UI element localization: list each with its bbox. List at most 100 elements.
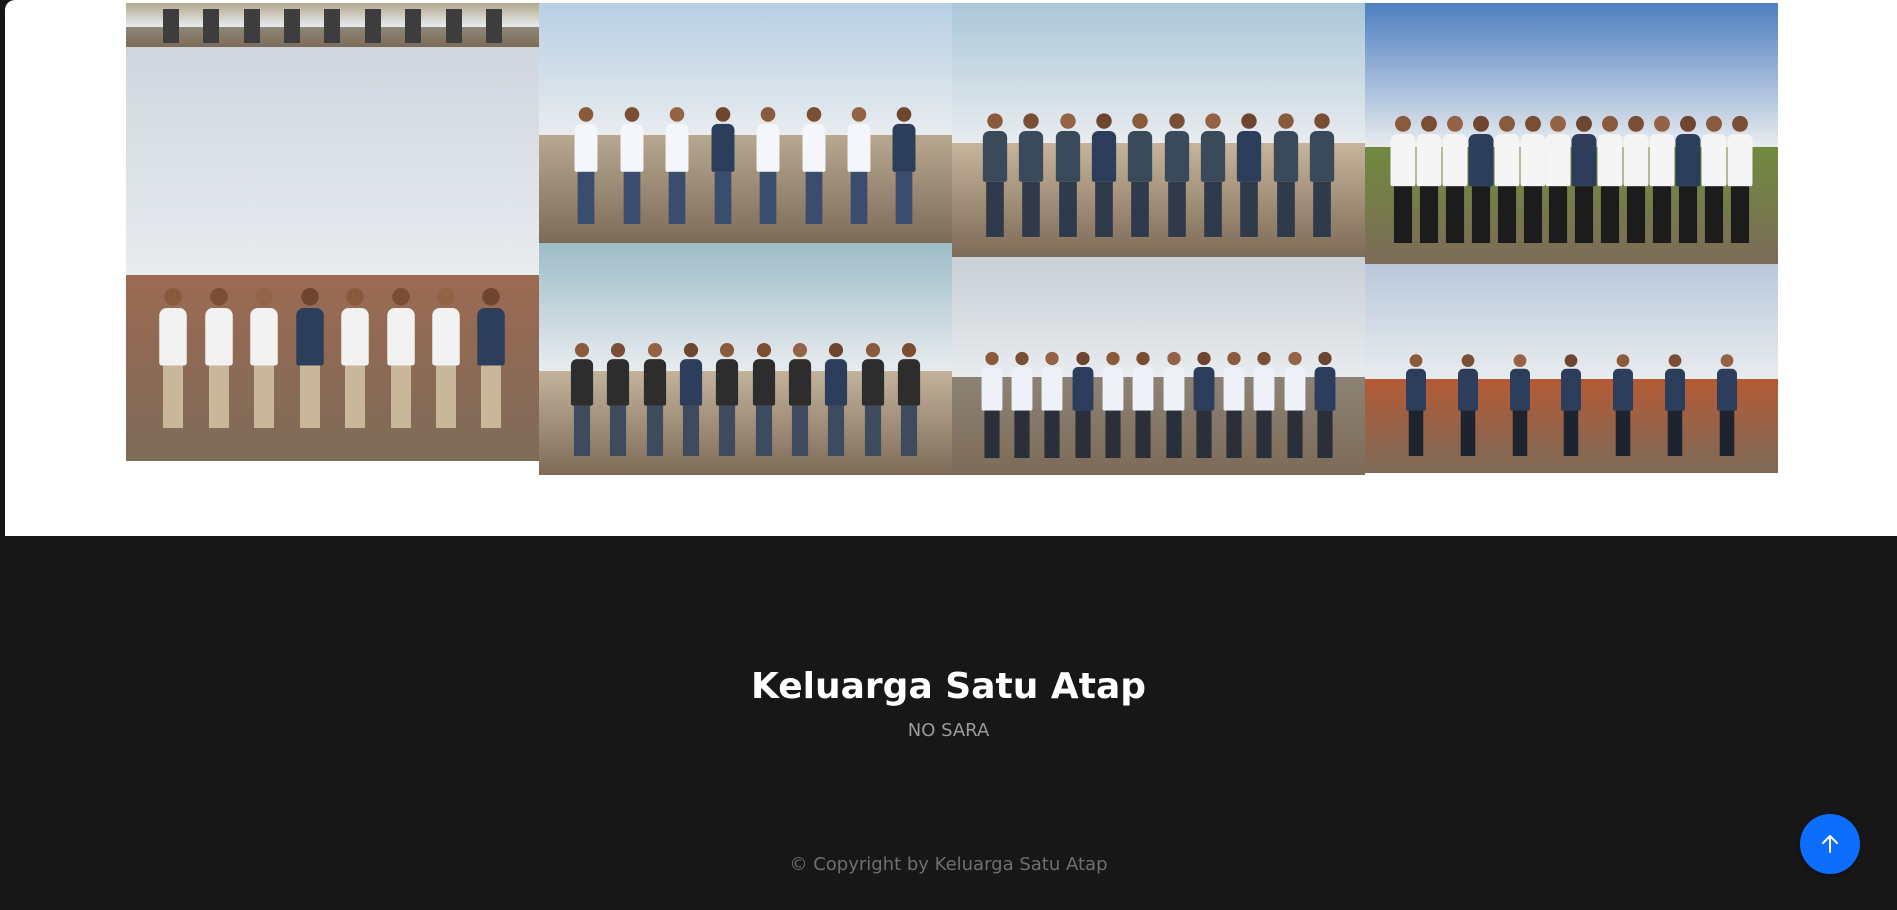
person-legs (162, 9, 179, 43)
person-legs (405, 9, 422, 43)
photo-sky (952, 3, 1365, 143)
person-figure (1237, 113, 1262, 237)
person-figure (802, 107, 826, 224)
gallery-photo-lakeside[interactable] (539, 3, 952, 243)
person-figure (1405, 354, 1426, 456)
person-figure (1011, 351, 1033, 458)
person-figure (1223, 351, 1245, 458)
person-figure (1520, 115, 1545, 243)
person-figure (1019, 113, 1044, 237)
photo-sky (126, 47, 539, 275)
gallery-photo-rooftop[interactable] (1365, 264, 1778, 473)
person-figure (861, 343, 884, 456)
person-legs (485, 9, 502, 43)
person-figure (620, 107, 644, 224)
person-figure (250, 288, 279, 428)
person-legs (284, 9, 301, 43)
person-figure (607, 343, 630, 456)
person-figure (1072, 351, 1094, 458)
person-figure (1416, 115, 1442, 243)
person-figure (1273, 113, 1298, 237)
person-figure (1727, 115, 1753, 243)
person-figure (1457, 354, 1478, 456)
gallery-photo-wall-steps[interactable] (126, 47, 539, 461)
person-figure (205, 288, 233, 428)
footer-title: Keluarga Satu Atap (750, 666, 1146, 707)
person-figure (847, 107, 871, 224)
person-figure (1091, 113, 1117, 237)
gallery-section (5, 0, 1897, 536)
person-legs (324, 9, 341, 43)
person-figure (1284, 351, 1306, 458)
photo-people (977, 346, 1340, 458)
person-figure (1597, 115, 1623, 243)
person-figure (1675, 115, 1701, 243)
person-legs (243, 9, 260, 43)
back-to-top-button[interactable] (1800, 814, 1860, 874)
photo-people (1390, 115, 1753, 243)
person-figure (1613, 354, 1634, 456)
person-figure (1665, 354, 1686, 456)
person-figure (1042, 351, 1063, 458)
person-figure (756, 107, 780, 224)
person-figure (1163, 351, 1185, 458)
person-figure (574, 107, 598, 224)
person-figure (1571, 115, 1597, 243)
gallery-photo-tree-group[interactable] (539, 243, 952, 475)
person-figure (711, 107, 735, 224)
gallery-photo-tree-large[interactable] (952, 3, 1365, 257)
person-figure (716, 343, 739, 456)
person-figure (1545, 115, 1571, 243)
photo-people (564, 107, 927, 224)
person-figure (1561, 354, 1582, 456)
person-figure (1649, 115, 1675, 243)
person-figure (1494, 115, 1520, 243)
person-figure (679, 343, 703, 456)
person-figure (1509, 354, 1530, 456)
person-figure (892, 107, 916, 224)
person-figure (1390, 115, 1416, 243)
person-figure (1442, 115, 1468, 243)
person-legs (203, 9, 220, 43)
person-figure (1132, 351, 1154, 458)
person-figure (1717, 354, 1738, 456)
person-figure (295, 288, 324, 428)
photo-people (151, 9, 514, 43)
person-figure (386, 288, 415, 428)
photo-people (564, 343, 927, 456)
footer-subtitle: NO SARA (907, 720, 990, 741)
photo-people (1390, 344, 1753, 456)
person-figure (570, 343, 594, 456)
person-figure (1254, 351, 1275, 458)
person-figure (1193, 351, 1215, 458)
person-figure (477, 288, 506, 428)
gallery-photo-plaza[interactable] (952, 257, 1365, 475)
person-figure (1102, 351, 1124, 458)
arrow-up-icon (1822, 835, 1838, 853)
person-figure (897, 343, 921, 456)
person-figure (159, 288, 188, 428)
gallery-photo-field[interactable] (1365, 3, 1778, 264)
person-legs (445, 9, 462, 43)
footer: Keluarga Satu Atap NO SARA © Copyright b… (0, 536, 1897, 910)
person-figure (1468, 115, 1494, 243)
person-figure (1128, 113, 1153, 237)
person-figure (1164, 113, 1189, 237)
person-figure (1314, 351, 1336, 458)
person-figure (665, 107, 689, 224)
person-figure (1701, 115, 1727, 243)
person-legs (364, 9, 381, 43)
person-figure (1200, 113, 1226, 237)
person-figure (1623, 115, 1649, 243)
gallery-photo-top-strip[interactable] (126, 3, 539, 47)
person-figure (825, 343, 848, 456)
photo-people (151, 288, 514, 428)
person-figure (982, 113, 1008, 237)
person-figure (752, 343, 775, 456)
person-figure (341, 288, 369, 428)
person-figure (788, 343, 812, 456)
person-figure (643, 343, 666, 456)
person-figure (1309, 113, 1335, 237)
person-figure (432, 288, 460, 428)
person-figure (1055, 113, 1080, 237)
